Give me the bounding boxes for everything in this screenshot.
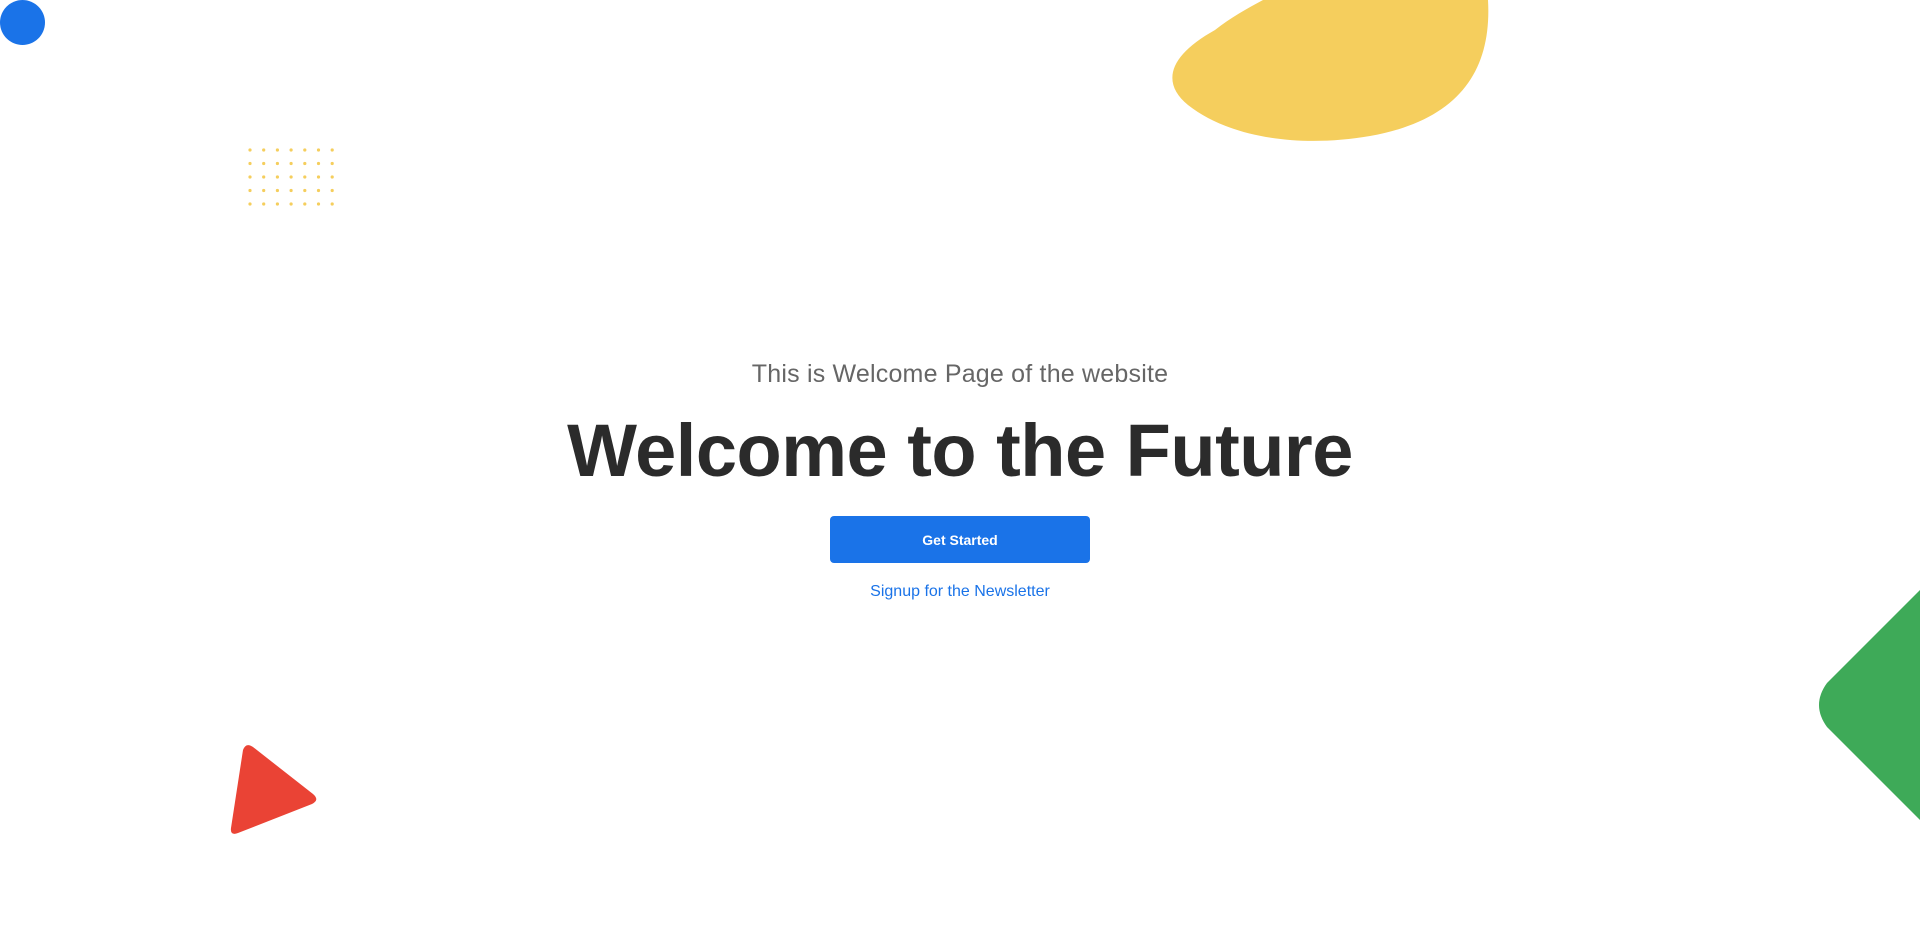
grid-dot — [248, 148, 252, 152]
blue-circle-decoration — [0, 0, 45, 45]
grid-dot — [289, 148, 293, 152]
grid-dot — [316, 161, 321, 166]
hero-subtitle: This is Welcome Page of the website — [751, 360, 1169, 388]
grid-dot — [275, 202, 279, 206]
yellow-blob-decoration — [1172, 0, 1489, 141]
grid-dot — [275, 161, 279, 166]
grid-dot — [289, 175, 293, 179]
dot-grid-decoration — [248, 148, 334, 206]
grid-dot — [303, 202, 307, 206]
green-shape-decoration — [1819, 590, 1920, 820]
grid-dot — [330, 175, 334, 179]
grid-dot — [289, 202, 293, 206]
hero-section: This is Welcome Page of the website Welc… — [0, 356, 1920, 601]
grid-dot — [289, 161, 293, 166]
grid-dot — [303, 188, 307, 193]
grid-dot — [248, 202, 252, 206]
grid-dot — [303, 175, 307, 179]
grid-dot — [303, 148, 307, 152]
grid-dot — [248, 188, 252, 193]
grid-dot — [262, 202, 266, 206]
grid-dot — [275, 188, 279, 193]
red-triangle-decoration — [230, 745, 317, 834]
grid-dot — [316, 202, 321, 206]
grid-dot — [248, 161, 252, 166]
newsletter-link-container: Signup for the Newsletter — [0, 583, 1920, 601]
grid-dot — [262, 161, 266, 166]
grid-dot — [248, 175, 252, 179]
get-started-button[interactable]: Get Started — [830, 516, 1090, 563]
grid-dot — [275, 148, 279, 152]
grid-dot — [262, 148, 266, 152]
grid-dot — [316, 175, 321, 179]
hero-title: Welcome to the Future — [567, 409, 1353, 492]
newsletter-signup-link[interactable]: Signup for the Newsletter — [870, 583, 1050, 600]
grid-dot — [316, 188, 321, 193]
grid-dot — [316, 148, 321, 152]
grid-dot — [289, 188, 293, 193]
welcome-page: This is Welcome Page of the website Welc… — [0, 0, 1920, 937]
grid-dot — [330, 161, 334, 166]
grid-dot — [262, 188, 266, 193]
grid-dot — [303, 161, 307, 166]
grid-dot — [330, 188, 334, 193]
grid-dot — [275, 175, 279, 179]
grid-dot — [330, 202, 334, 206]
grid-dot — [262, 175, 266, 179]
grid-dot — [330, 148, 334, 152]
